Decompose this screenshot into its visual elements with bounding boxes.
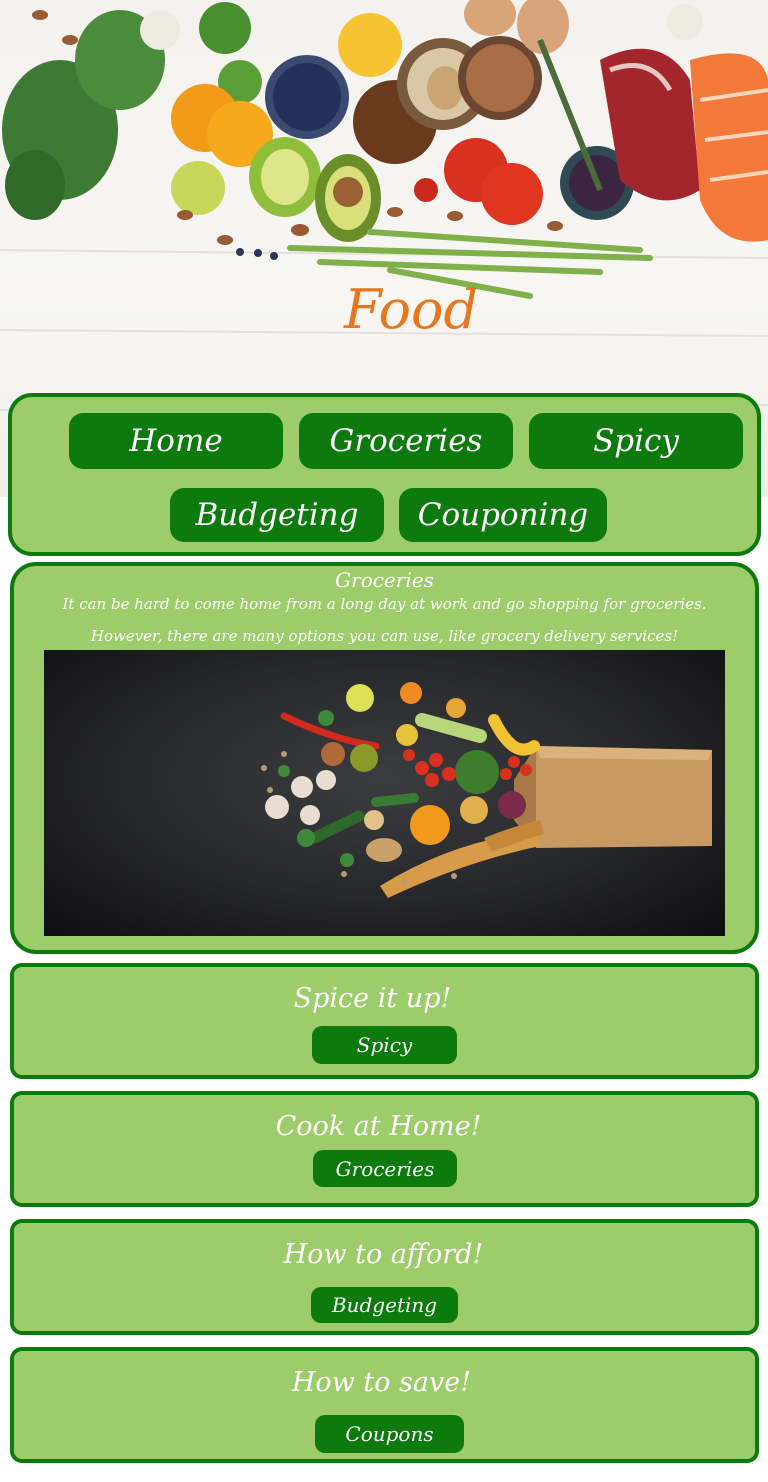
nav-button-spicy[interactable]: Spicy: [529, 413, 743, 469]
card-button-spicy[interactable]: Spicy: [312, 1026, 457, 1064]
kale: [2, 10, 165, 220]
card-button-coupons[interactable]: Coupons: [315, 1415, 464, 1453]
groceries-feature-panel: Groceries It can be hard to come home fr…: [10, 562, 759, 954]
nav-button-budgeting[interactable]: Budgeting: [170, 488, 384, 542]
card-afford: How to afford! Budgeting: [10, 1219, 759, 1335]
card-save: How to save! Coupons: [10, 1347, 759, 1463]
nav-panel: Home Groceries Spicy Budgeting Couponing: [8, 393, 761, 556]
card-title-spice: Spice it up!: [293, 983, 452, 1014]
site-title: Food: [343, 278, 479, 341]
card-spice: Spice it up! Spicy: [10, 963, 759, 1079]
card-button-budgeting[interactable]: Budgeting: [311, 1287, 458, 1323]
card-title-cook: Cook at Home!: [275, 1111, 482, 1142]
card-title-afford: How to afford!: [283, 1239, 484, 1270]
nav-button-home[interactable]: Home: [69, 413, 283, 469]
feature-text-line2: However, there are many options you can …: [90, 627, 679, 645]
feature-text-line1: It can be hard to come home from a long …: [62, 595, 707, 613]
card-cook: Cook at Home! Groceries: [10, 1091, 759, 1207]
nav-button-groceries[interactable]: Groceries: [299, 413, 513, 469]
grocery-bag-image: [44, 650, 725, 936]
card-button-groceries[interactable]: Groceries: [313, 1150, 457, 1187]
feature-title: Groceries: [335, 568, 434, 592]
nav-button-couponing[interactable]: Couponing: [399, 488, 607, 542]
card-title-save: How to save!: [291, 1367, 472, 1398]
